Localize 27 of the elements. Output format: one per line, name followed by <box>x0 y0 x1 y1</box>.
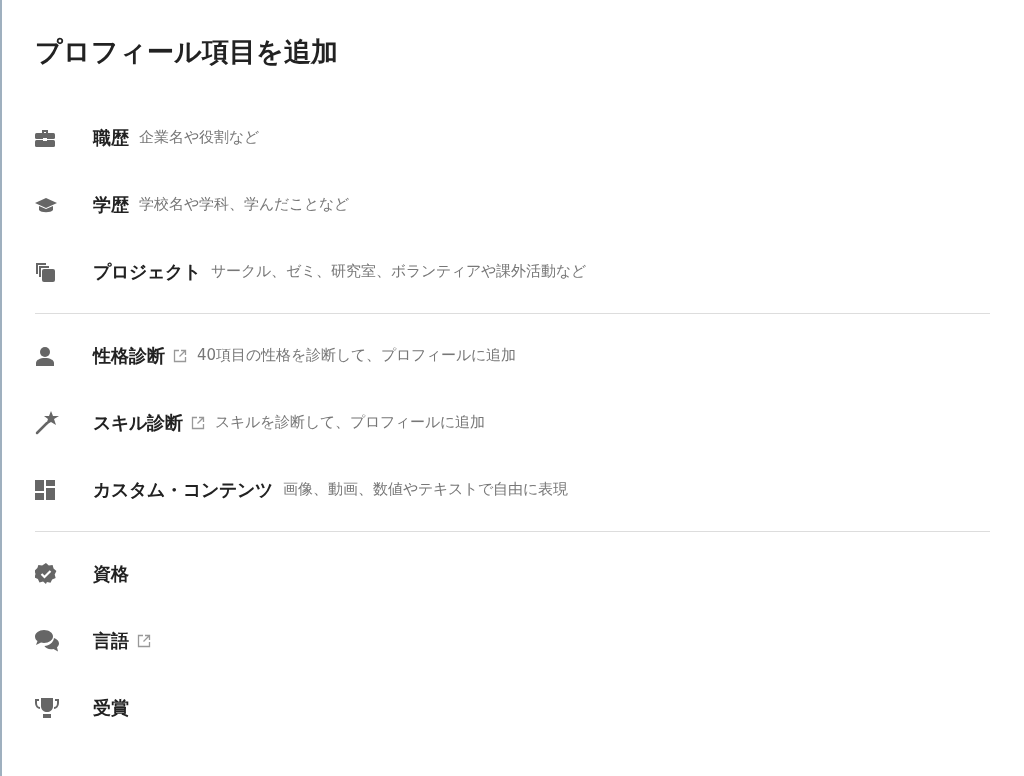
graduation-cap-icon <box>35 195 57 214</box>
stacked-squares-icon <box>35 261 55 282</box>
item-title[interactable]: カスタム・コンテンツ <box>93 477 273 502</box>
item-description: 画像、動画、数値やテキストで自由に表現 <box>283 480 568 499</box>
item-title[interactable]: 学歴 <box>93 192 129 217</box>
item-title[interactable]: 資格 <box>93 561 129 586</box>
item-title[interactable]: 職歴 <box>93 125 129 150</box>
item-description: 企業名や役割など <box>139 128 259 147</box>
item-description: スキルを診断して、プロフィールに追加 <box>215 413 485 432</box>
dialog-title: プロフィール項目を追加 <box>35 35 339 69</box>
person-icon <box>35 345 55 366</box>
dashboard-icon <box>35 479 55 500</box>
item-description: 40項目の性格を診断して、プロフィールに追加 <box>197 346 517 365</box>
item-title[interactable]: プロジェクト <box>93 259 201 284</box>
verified-badge-icon <box>35 562 57 585</box>
speech-bubbles-icon <box>35 629 59 652</box>
item-title[interactable]: 性格診断 <box>93 343 165 368</box>
trophy-icon <box>35 697 59 718</box>
external-link-icon[interactable] <box>173 348 187 363</box>
item-description: 学校名や学科、学んだことなど <box>139 195 349 214</box>
item-title[interactable]: スキル診断 <box>93 410 183 435</box>
external-link-icon[interactable] <box>191 415 205 430</box>
item-title[interactable]: 受賞 <box>93 695 129 720</box>
briefcase-icon <box>35 128 55 147</box>
external-link-icon[interactable] <box>137 633 151 648</box>
item-description: サークル、ゼミ、研究室、ボランティアや課外活動など <box>211 262 586 281</box>
item-title[interactable]: 言語 <box>93 628 129 653</box>
